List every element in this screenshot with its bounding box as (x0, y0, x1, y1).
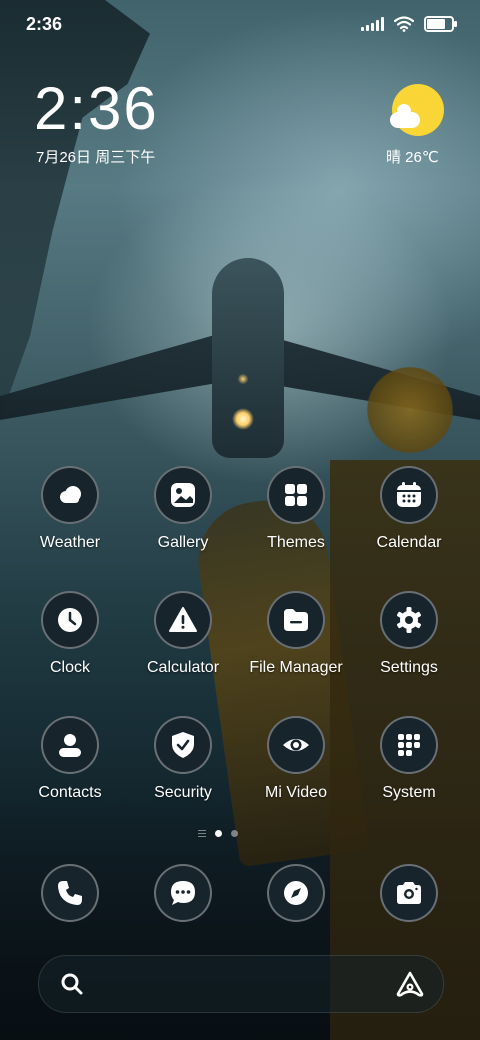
app-label: Gallery (157, 534, 209, 551)
app-settings[interactable]: Settings (354, 591, 464, 677)
folder-icon[interactable] (267, 591, 325, 649)
app-label: Settings (380, 659, 438, 676)
calendar-icon[interactable] (380, 466, 438, 524)
camera-icon[interactable] (380, 864, 438, 922)
app-calculator[interactable]: Calculator (128, 591, 238, 677)
app-label: Mi Video (265, 784, 327, 801)
app-label: Clock (49, 659, 90, 676)
page-indicator[interactable] (198, 830, 238, 837)
gallery-image-icon[interactable] (154, 466, 212, 524)
gear-icon[interactable] (380, 591, 438, 649)
app-calendar[interactable]: Calendar (354, 466, 464, 552)
phone-icon[interactable] (41, 864, 99, 922)
weather-cloud-icon[interactable] (41, 466, 99, 524)
page-dot (231, 830, 238, 837)
app-file-manager[interactable]: File Manager (241, 591, 351, 677)
status-time: 2:36 (26, 14, 63, 34)
status-bar: 2:36 (0, 0, 480, 50)
eye-icon[interactable] (267, 716, 325, 774)
wallpaper-jet-light-small (237, 374, 249, 384)
app-label: Calendar (376, 534, 442, 551)
clock-widget-time[interactable]: 2:36 (34, 74, 159, 143)
app-clock[interactable]: Clock (15, 591, 125, 677)
page-list-indicator (198, 830, 206, 837)
app-label: Security (154, 784, 212, 801)
app-weather[interactable]: Weather (15, 466, 125, 552)
weather-widget-text[interactable]: 晴 26℃ (386, 146, 439, 167)
app-themes[interactable]: Themes (241, 466, 351, 552)
app-label: Weather (39, 534, 101, 551)
dock-phone[interactable] (15, 864, 125, 922)
clock-widget-date[interactable]: 7月26日 周三下午 (36, 146, 155, 167)
app-contacts[interactable]: Contacts (15, 716, 125, 802)
app-label: Contacts (38, 784, 102, 801)
app-mi-video[interactable]: Mi Video (241, 716, 351, 802)
status-icons (361, 16, 457, 32)
app-label: Themes (267, 534, 325, 551)
dock-camera[interactable] (354, 864, 464, 922)
person-icon[interactable] (41, 716, 99, 774)
folder-grid-icon[interactable] (380, 716, 438, 774)
app-gallery[interactable]: Gallery (128, 466, 238, 552)
wallpaper-crew-member (330, 350, 480, 1040)
assistant-icon[interactable] (395, 970, 425, 998)
dock-browser[interactable] (241, 864, 351, 922)
app-system-folder[interactable]: System (354, 716, 464, 802)
wallpaper-jet-light (232, 408, 254, 430)
compass-icon[interactable] (267, 864, 325, 922)
app-label: File Manager (249, 659, 343, 676)
wifi-icon (394, 16, 414, 32)
app-label: System (382, 784, 436, 801)
search-bar[interactable] (38, 955, 444, 1013)
shield-check-icon[interactable] (154, 716, 212, 774)
warning-triangle-icon[interactable] (154, 591, 212, 649)
search-icon[interactable] (59, 971, 85, 997)
dock-messages[interactable] (128, 864, 238, 922)
cloud-icon (390, 104, 420, 128)
message-icon[interactable] (154, 864, 212, 922)
clock-icon[interactable] (41, 591, 99, 649)
battery-fill (427, 19, 445, 29)
page-dot-active (215, 830, 222, 837)
themes-grid-icon[interactable] (267, 466, 325, 524)
signal-icon (361, 17, 384, 31)
battery-icon (424, 16, 457, 32)
app-security[interactable]: Security (128, 716, 238, 802)
app-label: Calculator (146, 659, 220, 676)
